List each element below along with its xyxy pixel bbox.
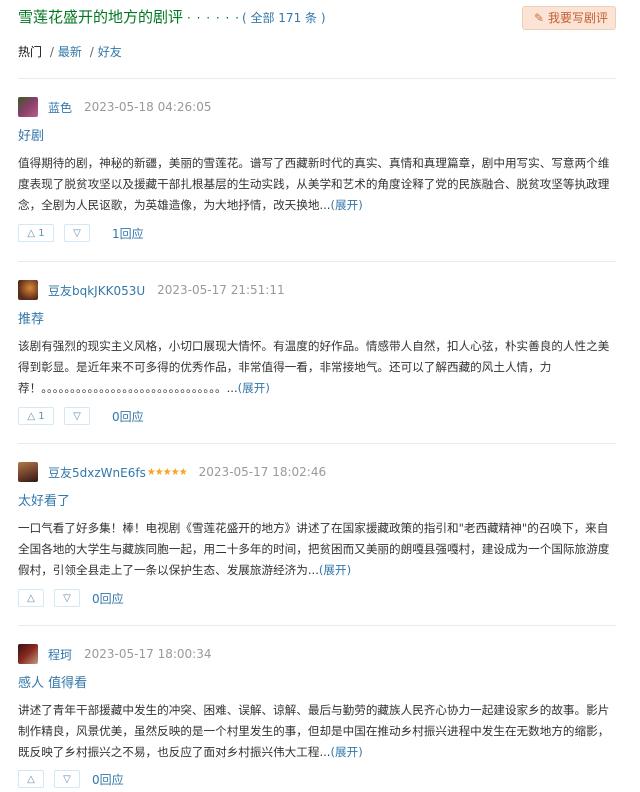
filter-separator: / <box>49 45 54 59</box>
review-text: 一口气看了好多集！棒！电视剧《雪莲花盛开的地方》讲述了在国家援藏政策的指引和"老… <box>18 521 610 577</box>
upvote-count: 1 <box>38 227 45 239</box>
review-title[interactable]: 推荐 <box>18 308 44 327</box>
expand-link[interactable]: (展开) <box>319 563 351 577</box>
review-header: 豆友bqkJKK053U 2023-05-17 21:51:11 <box>18 280 285 300</box>
write-review-label: 我要写剧评 <box>548 11 609 25</box>
title-dots: · · · · · · <box>187 11 240 25</box>
review-header: 蓝色 2023-05-18 04:26:05 <box>18 97 211 117</box>
review-actions: △ 1 ▽ 0回应 <box>18 406 144 426</box>
thumb-up-icon: △ <box>27 410 36 422</box>
thumb-down-icon: ▽ <box>63 773 71 785</box>
review-header: 豆友5dxzWnE6fs ★★★★★ 2023-05-17 18:02:46 <box>18 462 326 482</box>
expand-link[interactable]: (展开) <box>331 745 363 759</box>
reply-link[interactable]: 1回应 <box>112 225 144 242</box>
filter-hot[interactable]: 热门 <box>18 45 42 59</box>
reply-link[interactable]: 0回应 <box>112 408 144 425</box>
downvote-button[interactable]: ▽ <box>54 589 80 607</box>
review-body: 一口气看了好多集！棒！电视剧《雪莲花盛开的地方》讲述了在国家援藏政策的指引和"老… <box>18 518 612 581</box>
review-body: 值得期待的剧，神秘的新疆，美丽的雪莲花。谱写了西藏新时代的真实、真情和真理篇章，… <box>18 153 612 216</box>
review-author[interactable]: 蓝色 <box>48 99 72 116</box>
expand-link[interactable]: (展开) <box>331 198 363 212</box>
downvote-button[interactable]: ▽ <box>64 407 90 425</box>
review-author[interactable]: 豆友bqkJKK053U <box>48 282 145 299</box>
reply-link[interactable]: 0回应 <box>92 590 124 607</box>
avatar[interactable] <box>18 462 38 482</box>
avatar[interactable] <box>18 97 38 117</box>
review-item: 蓝色 2023-05-18 04:26:05 好剧 值得期待的剧，神秘的新疆，美… <box>18 78 616 260</box>
filter-latest[interactable]: 最新 <box>58 45 82 59</box>
write-review-button[interactable]: ✎ 我要写剧评 <box>522 6 616 30</box>
review-time: 2023-05-17 18:00:34 <box>84 647 212 661</box>
sort-filters: 热门 / 最新 / 好友 <box>18 43 122 60</box>
upvote-button[interactable]: △ 1 <box>18 407 54 425</box>
review-actions: △ ▽ 0回应 <box>18 588 124 608</box>
rating-stars: ★★★★★ <box>146 466 188 478</box>
review-time: 2023-05-17 18:02:46 <box>198 465 327 479</box>
thumb-down-icon: ▽ <box>73 410 81 422</box>
reply-link[interactable]: 0回应 <box>92 771 124 788</box>
review-text: 讲述了青年干部援藏中发生的冲突、困难、误解、谅解、最后与勤劳的藏族人民齐心协力一… <box>18 703 610 759</box>
review-time: 2023-05-17 21:51:11 <box>157 283 285 297</box>
review-time: 2023-05-18 04:26:05 <box>84 100 212 114</box>
thumb-down-icon: ▽ <box>63 592 71 604</box>
avatar[interactable] <box>18 280 38 300</box>
review-title[interactable]: 感人 值得看 <box>18 672 87 691</box>
upvote-button[interactable]: △ 1 <box>18 224 54 242</box>
review-text: 该剧有强烈的现实主义风格，小切口展现大情怀。有温度的好作品。情感带人自然，扣人心… <box>18 339 610 395</box>
review-item: 豆友5dxzWnE6fs ★★★★★ 2023-05-17 18:02:46 太好… <box>18 443 616 625</box>
review-title[interactable]: 太好看了 <box>18 490 70 509</box>
filter-separator: / <box>89 45 94 59</box>
review-header: 程珂 2023-05-17 18:00:34 <box>18 644 211 664</box>
review-title[interactable]: 好剧 <box>18 125 44 144</box>
thumb-up-icon: △ <box>27 227 36 239</box>
downvote-button[interactable]: ▽ <box>64 224 90 242</box>
thumb-up-icon: △ <box>27 592 35 604</box>
expand-link[interactable]: (展开) <box>238 381 270 395</box>
upvote-button[interactable]: △ <box>18 589 44 607</box>
upvote-button[interactable]: △ <box>18 770 44 788</box>
review-body: 该剧有强烈的现实主义风格，小切口展现大情怀。有温度的好作品。情感带人自然，扣人心… <box>18 336 612 399</box>
review-count-link[interactable]: ( 全部 171 条 ) <box>242 11 326 25</box>
review-text: 值得期待的剧，神秘的新疆，美丽的雪莲花。谱写了西藏新时代的真实、真情和真理篇章，… <box>18 156 610 212</box>
pencil-icon: ✎ <box>533 11 545 25</box>
review-actions: △ ▽ 0回应 <box>18 769 124 789</box>
page-title: 雪莲花盛开的地方的剧评 <box>18 8 184 26</box>
downvote-button[interactable]: ▽ <box>54 770 80 788</box>
filter-friends[interactable]: 好友 <box>98 45 122 59</box>
review-author[interactable]: 豆友5dxzWnE6fs <box>48 464 146 481</box>
page-header: 雪莲花盛开的地方的剧评 · · · · · ·( 全部 171 条 ) ✎ 我要写剧… <box>18 6 616 30</box>
review-author[interactable]: 程珂 <box>48 646 72 663</box>
thumb-up-icon: △ <box>27 773 35 785</box>
review-item: 程珂 2023-05-17 18:00:34 感人 值得看 讲述了青年干部援藏中… <box>18 625 616 792</box>
thumb-down-icon: ▽ <box>73 227 81 239</box>
review-body: 讲述了青年干部援藏中发生的冲突、困难、误解、谅解、最后与勤劳的藏族人民齐心协力一… <box>18 700 612 763</box>
avatar[interactable] <box>18 644 38 664</box>
review-actions: △ 1 ▽ 1回应 <box>18 223 144 243</box>
upvote-count: 1 <box>38 410 45 422</box>
review-item: 豆友bqkJKK053U 2023-05-17 21:51:11 推荐 该剧有强… <box>18 261 616 443</box>
